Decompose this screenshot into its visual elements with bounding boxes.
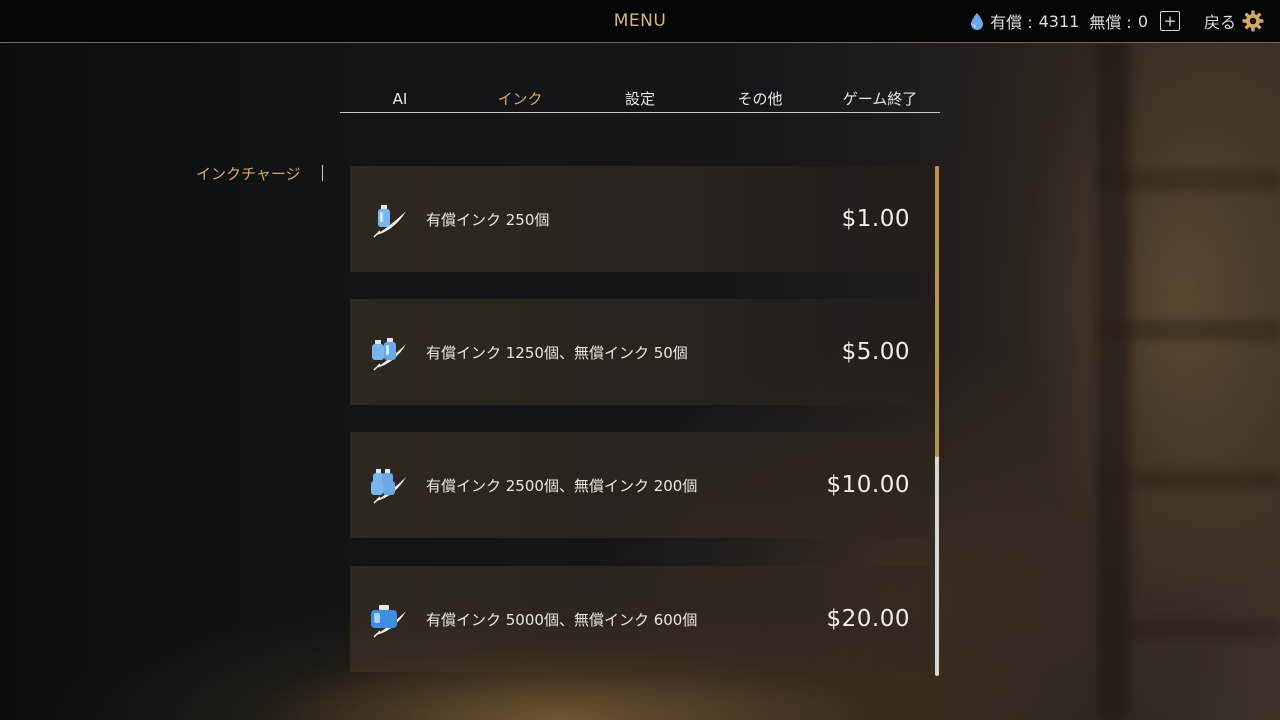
menu-tabs: AI インク 設定 その他 ゲーム終了 [340,86,940,113]
ink-purchase-item[interactable]: 有償インク 250個 $1.00 [350,166,930,272]
item-label: 有償インク 5000個、無償インク 600個 [426,610,698,629]
ink-bottle-single-icon [373,205,406,238]
back-label: 戻る [1203,13,1236,32]
background-bookshelf [1100,40,1280,720]
paid-ink-value: 4311 [1038,11,1080,31]
item-price: $5.00 [841,339,910,365]
tab-other[interactable]: その他 [700,86,820,112]
ink-purchase-item[interactable]: 有償インク 2500個、無償インク 200個 $10.00 [350,432,930,538]
ink-drop-icon [971,13,984,30]
item-price: $1.00 [841,206,910,232]
free-ink-value: 0 [1137,11,1148,31]
item-label: 有償インク 250個 [426,210,550,229]
ink-bottle-double-icon [372,338,406,371]
top-bar: MENU 有償 : 4311 無償 : 0 + 戻る [0,0,1280,43]
free-ink-label: 無償 : [1089,13,1132,32]
item-label: 有償インク 1250個、無償インク 50個 [426,343,688,362]
paid-ink-label: 有償 : [990,13,1033,32]
back-button[interactable]: 戻る [1204,0,1264,42]
item-price: $20.00 [826,606,910,632]
ink-purchase-item[interactable]: 有償インク 1250個、無償インク 50個 $5.00 [350,299,930,405]
gear-icon[interactable] [1242,10,1264,32]
item-price: $10.00 [826,472,910,498]
ink-charge-section-label: インクチャージ [196,165,301,183]
tab-settings[interactable]: 設定 [580,86,700,112]
tab-ink[interactable]: インク [460,86,580,112]
currency-display: 有償 : 4311 無償 : 0 + [970,0,1180,42]
add-ink-button[interactable]: + [1160,11,1180,31]
tab-quit-game[interactable]: ゲーム終了 [820,86,940,112]
scrollbar-thumb[interactable] [935,166,939,457]
ink-pot-icon [371,605,406,638]
ink-bottle-triple-icon [371,469,406,504]
item-label: 有償インク 2500個、無償インク 200個 [426,476,698,495]
tab-ai[interactable]: AI [340,86,460,112]
ink-purchase-item[interactable]: 有償インク 5000個、無償インク 600個 $20.00 [350,566,930,672]
section-divider [322,165,323,181]
